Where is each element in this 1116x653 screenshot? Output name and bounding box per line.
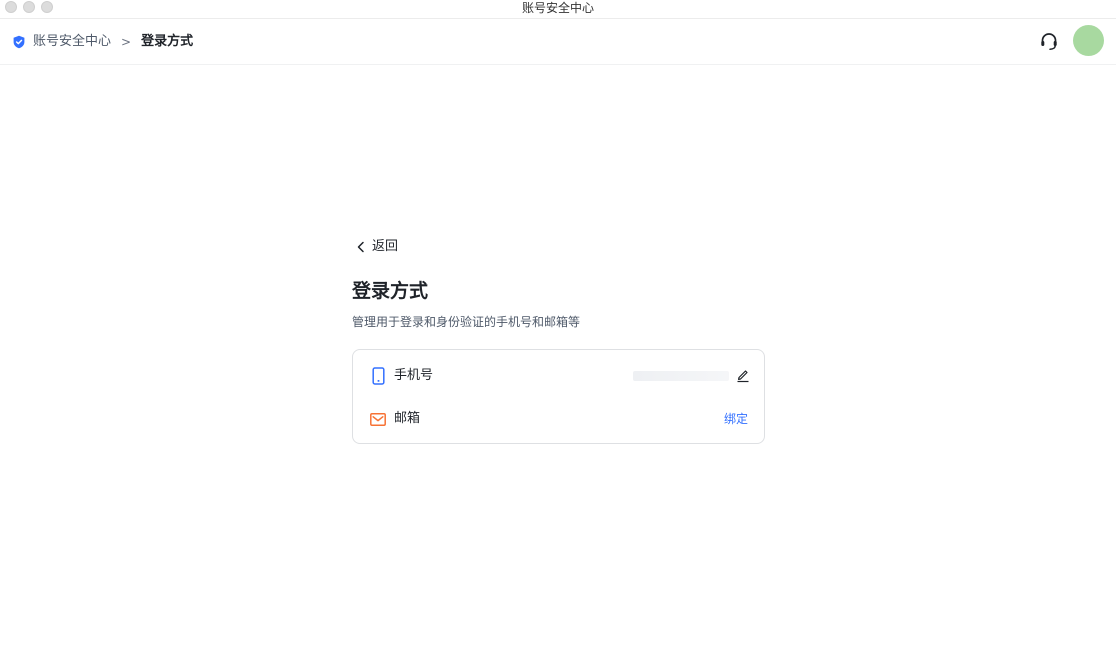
window-titlebar: 账号安全中心 [0,0,1116,19]
login-method-email: 邮箱 绑定 [353,408,764,430]
phone-icon [370,367,386,385]
app-header: 账号安全中心 > 登录方式 [0,20,1116,65]
breadcrumb: 账号安全中心 > 登录方式 [12,34,193,50]
shield-icon [12,35,26,49]
phone-label: 手机号 [394,368,434,383]
page-title: 登录方式 [352,280,429,302]
mail-icon [370,410,386,428]
edit-icon[interactable] [736,367,750,383]
bind-email-link[interactable]: 绑定 [724,411,748,427]
login-methods-card: 手机号 邮箱 绑定 [352,349,765,444]
breadcrumb-root-link[interactable]: 账号安全中心 [33,34,111,50]
masked-phone-value [633,371,729,381]
window-title: 账号安全中心 [521,1,594,15]
login-method-phone: 手机号 [353,365,764,387]
headset-icon[interactable] [1039,31,1059,53]
avatar[interactable] [1073,25,1104,56]
breadcrumb-separator: > [121,35,132,49]
chevron-left-icon [357,241,364,253]
page-description: 管理用于登录和身份验证的手机号和邮箱等 [352,315,581,329]
back-label: 返回 [372,239,399,254]
breadcrumb-current: 登录方式 [141,34,194,49]
email-label: 邮箱 [394,411,421,426]
back-button[interactable]: 返回 [356,239,398,255]
